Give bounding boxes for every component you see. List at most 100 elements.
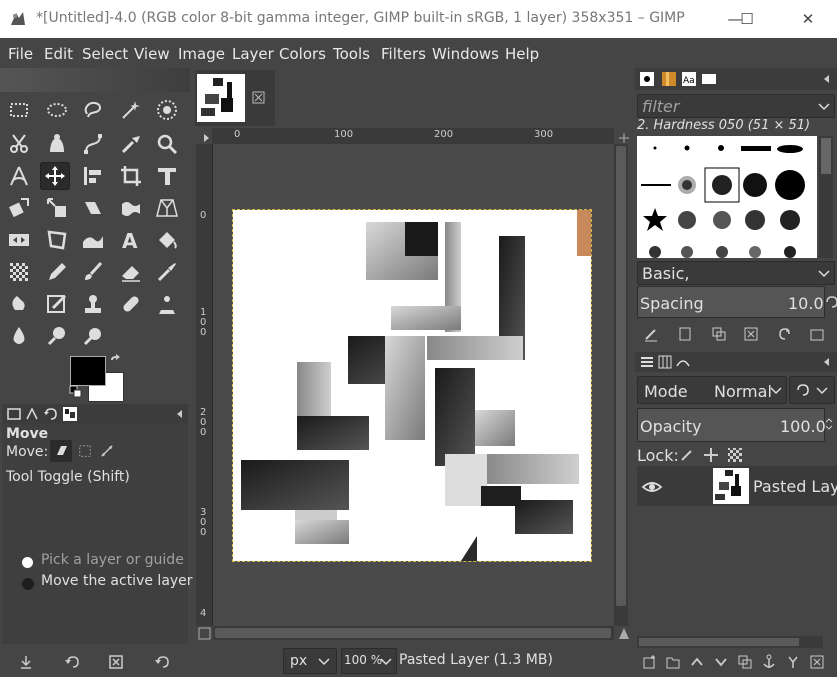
delete-brush-icon[interactable] bbox=[743, 326, 759, 342]
close-button[interactable]: ✕ bbox=[793, 6, 823, 32]
brush-grid-scrollbar-thumb[interactable] bbox=[821, 138, 831, 174]
anchor-layer-icon[interactable] bbox=[761, 654, 777, 670]
move-path-mode-button[interactable] bbox=[98, 442, 116, 460]
airbrush-tool[interactable] bbox=[152, 258, 182, 286]
cage-transform-tool[interactable] bbox=[42, 226, 72, 254]
fuzzy-select-tool[interactable] bbox=[116, 96, 146, 124]
pick-layer-option[interactable]: Pick a layer or guide bbox=[41, 552, 184, 568]
paths-tool[interactable] bbox=[78, 130, 108, 158]
close-image-tab-icon[interactable] bbox=[251, 90, 267, 106]
menu-file[interactable]: File bbox=[8, 45, 33, 63]
horizontal-scrollbar[interactable] bbox=[213, 626, 614, 640]
unified-transform-tool[interactable] bbox=[152, 162, 182, 190]
scissors-select-tool[interactable] bbox=[4, 130, 34, 158]
menu-colors[interactable]: Colors bbox=[279, 45, 326, 63]
menu-filters[interactable]: Filters bbox=[381, 45, 426, 63]
layers-tab-icon[interactable] bbox=[639, 354, 655, 370]
perspective-clone-tool[interactable] bbox=[152, 290, 182, 318]
clone-tool[interactable] bbox=[78, 290, 108, 318]
shear-tool[interactable] bbox=[78, 194, 108, 222]
undo-history-tab-icon[interactable] bbox=[42, 406, 58, 422]
edit-brush-icon[interactable] bbox=[643, 326, 659, 342]
pencil-tool[interactable] bbox=[42, 258, 72, 286]
image-tab[interactable] bbox=[195, 70, 275, 126]
rect-select-tool[interactable] bbox=[4, 96, 34, 124]
radio-move-active-layer[interactable] bbox=[22, 578, 34, 590]
menu-select[interactable]: Select bbox=[82, 45, 128, 63]
duplicate-brush-icon[interactable] bbox=[711, 326, 727, 342]
brush-grid-scrollbar[interactable] bbox=[819, 136, 833, 258]
move-selection-mode-button[interactable] bbox=[76, 442, 94, 460]
vertical-scrollbar-thumb[interactable] bbox=[616, 146, 626, 606]
move-active-layer-option[interactable]: Move the active layer bbox=[41, 573, 193, 589]
document-history-tab-icon[interactable] bbox=[701, 71, 717, 87]
rotate-tool[interactable] bbox=[4, 194, 34, 222]
menu-layer[interactable]: Layer bbox=[232, 45, 274, 63]
brush-preset-select[interactable]: Basic, bbox=[637, 261, 835, 285]
color-picker-tool[interactable] bbox=[116, 130, 146, 158]
mypaint-brush-tool[interactable] bbox=[42, 290, 72, 318]
menu-edit[interactable]: Edit bbox=[44, 45, 73, 63]
opacity-slider[interactable]: Opacity 100.0 bbox=[637, 408, 826, 442]
gradient-tool[interactable] bbox=[4, 258, 34, 286]
menu-image[interactable]: Image bbox=[178, 45, 225, 63]
lasso-tool[interactable] bbox=[78, 96, 108, 124]
ink-tool[interactable] bbox=[4, 290, 34, 318]
dodge-burn-tool[interactable] bbox=[78, 322, 108, 350]
brushes-tab-icon[interactable] bbox=[639, 71, 655, 87]
menu-tools[interactable]: Tools bbox=[333, 45, 370, 63]
raise-layer-icon[interactable] bbox=[689, 654, 705, 670]
lock-pixels-icon[interactable] bbox=[679, 447, 695, 463]
chevron-down-icon[interactable] bbox=[816, 98, 832, 114]
radio-pick-layer-dot[interactable] bbox=[22, 557, 33, 568]
brush-filter-input[interactable]: filter bbox=[637, 94, 835, 118]
warp-transform-tool[interactable] bbox=[116, 194, 146, 222]
zoom-select[interactable]: 100 % bbox=[341, 648, 397, 674]
smudge-tool[interactable] bbox=[42, 322, 72, 350]
restore-tool-preset-icon[interactable] bbox=[64, 654, 80, 670]
tab-menu-icon[interactable] bbox=[172, 406, 188, 422]
zoom-tool[interactable] bbox=[152, 130, 182, 158]
perspective-tool[interactable] bbox=[152, 194, 182, 222]
eraser-tool[interactable] bbox=[116, 258, 146, 286]
brush-dock-menu-icon[interactable] bbox=[819, 71, 835, 87]
layers-hscrollbar[interactable] bbox=[637, 636, 823, 648]
eye-visibility-icon[interactable] bbox=[641, 476, 663, 498]
new-layer-icon[interactable] bbox=[641, 654, 657, 670]
warp-paint-tool[interactable] bbox=[78, 226, 108, 254]
refresh-brushes-icon[interactable] bbox=[777, 326, 793, 342]
merge-layer-icon[interactable] bbox=[785, 654, 801, 670]
layer-name[interactable]: Pasted Layer bbox=[753, 477, 837, 496]
spacing-slider[interactable]: Spacing 10.0 bbox=[637, 286, 825, 318]
unit-select[interactable]: px bbox=[283, 648, 337, 674]
select-by-color-tool[interactable] bbox=[152, 96, 182, 124]
device-status-tab-icon[interactable] bbox=[24, 406, 40, 422]
new-brush-icon[interactable] bbox=[677, 326, 693, 342]
layer-row[interactable]: Pasted Layer bbox=[637, 466, 837, 506]
duplicate-layer-icon[interactable] bbox=[737, 654, 753, 670]
swap-colors-icon[interactable] bbox=[108, 354, 124, 370]
image-canvas[interactable] bbox=[232, 209, 592, 562]
navigate-icon[interactable] bbox=[616, 626, 632, 642]
composite-mode-select[interactable] bbox=[789, 376, 835, 404]
delete-layer-icon[interactable] bbox=[809, 654, 825, 670]
reset-tool-options-icon[interactable] bbox=[154, 654, 170, 670]
menu-windows[interactable]: Windows bbox=[432, 45, 499, 63]
default-colors-icon[interactable] bbox=[68, 384, 84, 400]
align-tool[interactable] bbox=[78, 162, 108, 190]
move-tool[interactable] bbox=[40, 162, 70, 190]
measure-tool[interactable] bbox=[4, 162, 34, 190]
maximize-button[interactable]: ☐ bbox=[732, 6, 762, 32]
foreground-select-tool[interactable] bbox=[42, 130, 72, 158]
vertical-scrollbar[interactable] bbox=[614, 144, 628, 626]
lower-layer-icon[interactable] bbox=[713, 654, 729, 670]
foreground-color-swatch[interactable] bbox=[70, 356, 106, 386]
quick-mask-toggle-icon[interactable] bbox=[197, 626, 213, 642]
flip-tool[interactable] bbox=[4, 226, 34, 254]
paintbrush-tool[interactable] bbox=[78, 258, 108, 286]
bucket-fill-tool[interactable] bbox=[152, 226, 182, 254]
heal-tool[interactable] bbox=[116, 290, 146, 318]
ellipse-select-tool[interactable] bbox=[42, 96, 72, 124]
lock-alpha-icon[interactable] bbox=[727, 447, 743, 463]
new-layer-group-icon[interactable] bbox=[665, 654, 681, 670]
